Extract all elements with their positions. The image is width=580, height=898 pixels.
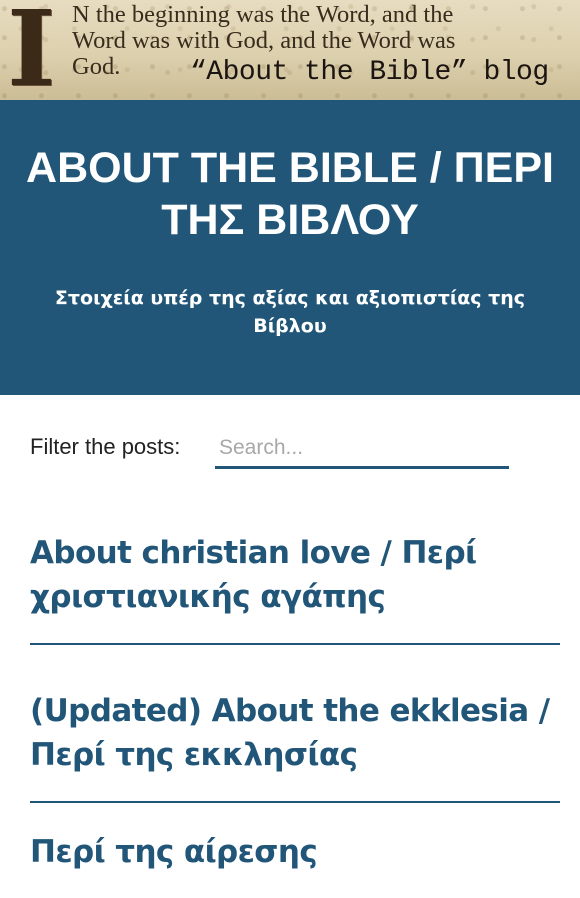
post-title-link[interactable]: (Updated) About the ekklesia / Περί της … — [30, 689, 560, 777]
search-input[interactable] — [215, 429, 509, 469]
filter-label: Filter the posts: — [30, 434, 181, 459]
banner-blog-tag: “About the Bible” blog — [190, 57, 549, 88]
site-title[interactable]: ABOUT THE BIBLE / ΠΕΡΙ ΤΗΣ ΒΙΒΛΟΥ — [20, 142, 560, 246]
site-description: Στοιχεία υπέρ της αξίας και αξιοπιστίας … — [54, 287, 526, 337]
list-item: Περί της αίρεσης — [30, 803, 560, 898]
post-list: About christian love / Περί χριστιανικής… — [0, 483, 580, 898]
site-header: ABOUT THE BIBLE / ΠΕΡΙ ΤΗΣ ΒΙΒΛΟΥ Στοιχε… — [0, 100, 580, 395]
post-title-link[interactable]: Περί της αίρεσης — [30, 830, 560, 874]
list-item: (Updated) About the ekklesia / Περί της … — [30, 645, 560, 803]
header-banner-image: I N the beginning was the Word, and the … — [0, 0, 580, 100]
post-title-link[interactable]: About christian love / Περί χριστιανικής… — [30, 531, 560, 619]
banner-verse-line: N the beginning was the Word, and the — [72, 1, 454, 28]
banner-drop-cap: I — [7, 0, 56, 100]
list-item: About christian love / Περί χριστιανικής… — [30, 483, 560, 645]
banner-verse-line: Word was with God, and the Word was — [72, 27, 456, 54]
post-filter: Filter the posts: — [0, 395, 580, 483]
